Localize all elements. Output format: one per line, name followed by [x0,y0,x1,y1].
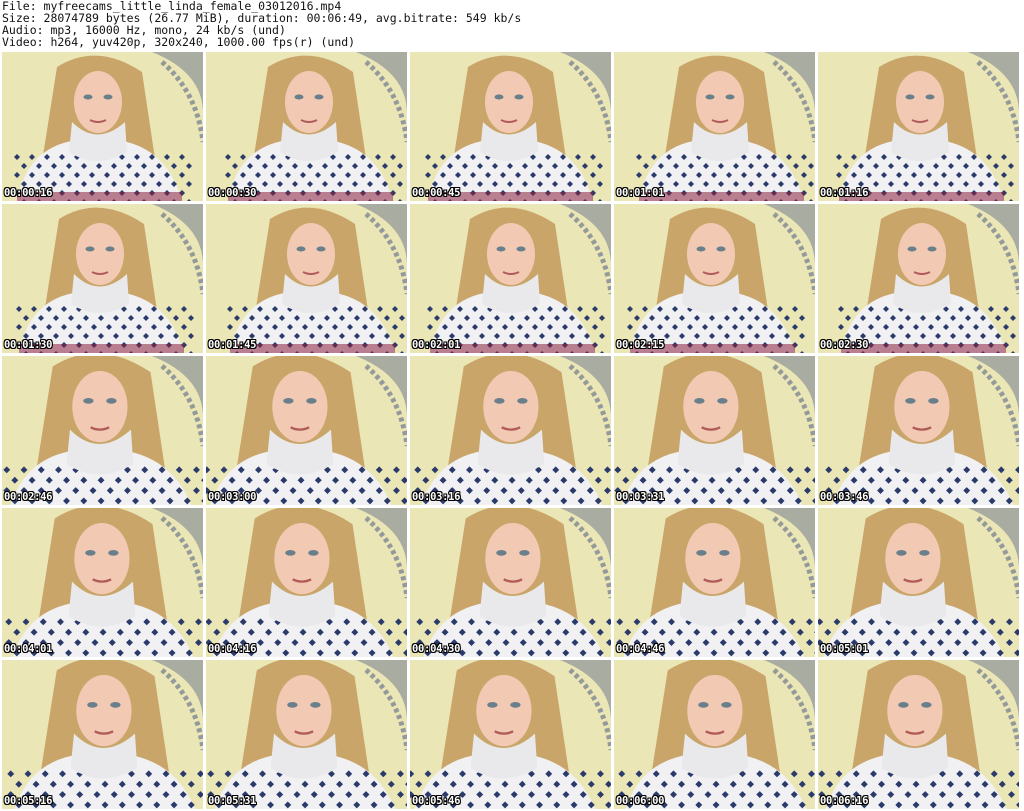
video-frame-thumbnail: 00:04:01 [2,508,203,657]
file-info-header: File: myfreecams_little_linda_female_030… [2,0,1022,50]
frame-timestamp: 00:00:30 [208,187,257,199]
frame-timestamp: 00:02:46 [4,491,53,503]
frame-timestamp: 00:02:30 [820,339,869,351]
frame-timestamp: 00:05:16 [4,795,53,807]
video-frame-thumbnail: 00:05:46 [410,660,611,809]
video-frame-thumbnail: 00:02:01 [410,204,611,353]
video-frame-thumbnail: 00:00:45 [410,52,611,201]
video-frame-thumbnail: 00:02:15 [614,204,815,353]
frame-timestamp: 00:01:16 [820,187,869,199]
frame-timestamp: 00:01:45 [208,339,257,351]
video-frame-thumbnail: 00:04:30 [410,508,611,657]
video-frame-thumbnail: 00:03:31 [614,356,815,505]
frame-timestamp: 00:05:01 [820,643,869,655]
frame-timestamp: 00:02:15 [616,339,665,351]
video-frame-thumbnail: 00:04:16 [206,508,407,657]
video-frame-thumbnail: 00:02:30 [818,204,1019,353]
video-frame-thumbnail: 00:04:46 [614,508,815,657]
video-frame-thumbnail: 00:05:31 [206,660,407,809]
frame-timestamp: 00:01:30 [4,339,53,351]
frame-timestamp: 00:04:30 [412,643,461,655]
video-frame-thumbnail: 00:01:16 [818,52,1019,201]
frame-timestamp: 00:02:01 [412,339,461,351]
video-frame-thumbnail: 00:03:16 [410,356,611,505]
frame-timestamp: 00:04:16 [208,643,257,655]
video-frame-thumbnail: 00:06:00 [614,660,815,809]
video-frame-thumbnail: 00:01:45 [206,204,407,353]
frame-timestamp: 00:03:31 [616,491,665,503]
frame-timestamp: 00:00:16 [4,187,53,199]
frame-timestamp: 00:03:46 [820,491,869,503]
frame-timestamp: 00:06:00 [616,795,665,807]
frame-timestamp: 00:00:45 [412,187,461,199]
video-frame-thumbnail: 00:03:46 [818,356,1019,505]
frame-timestamp: 00:05:31 [208,795,257,807]
video-frame-thumbnail: 00:02:46 [2,356,203,505]
frame-timestamp: 00:03:16 [412,491,461,503]
thumbnail-grid: 00:00:16 00:00:30 00:00:45 00:01:01 00:0… [0,50,1024,811]
frame-timestamp: 00:04:01 [4,643,53,655]
video-frame-thumbnail: 00:00:30 [206,52,407,201]
frame-timestamp: 00:03:00 [208,491,257,503]
video-frame-thumbnail: 00:00:16 [2,52,203,201]
video-frame-thumbnail: 00:03:00 [206,356,407,505]
video-frame-thumbnail: 00:05:16 [2,660,203,809]
video-frame-thumbnail: 00:01:01 [614,52,815,201]
video-frame-thumbnail: 00:01:30 [2,204,203,353]
video-frame-thumbnail: 00:06:16 [818,660,1019,809]
frame-timestamp: 00:05:46 [412,795,461,807]
frame-timestamp: 00:04:46 [616,643,665,655]
frame-timestamp: 00:06:16 [820,795,869,807]
video-info-text: Video: h264, yuv420p, 320x240, 1000.00 f… [2,35,356,49]
frame-timestamp: 00:01:01 [616,187,665,199]
video-frame-thumbnail: 00:05:01 [818,508,1019,657]
